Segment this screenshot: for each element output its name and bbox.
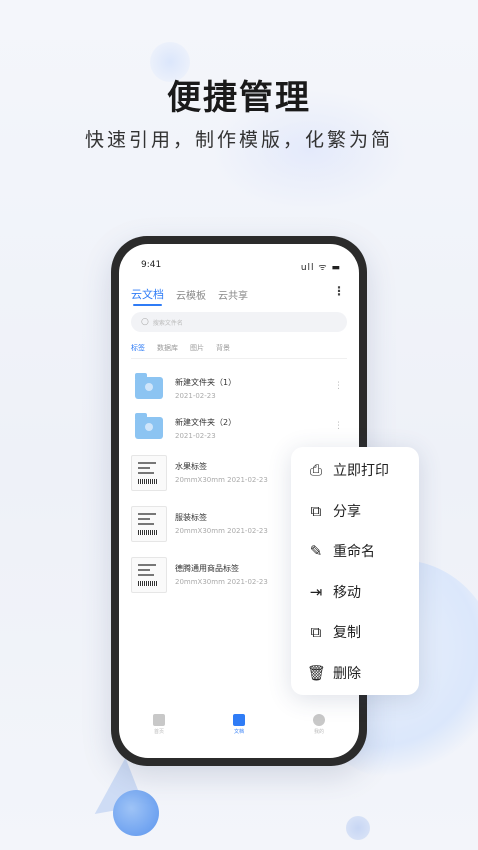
home-icon <box>153 714 165 726</box>
category-labels[interactable]: 标签 <box>131 343 145 353</box>
item-meta: 20mmX30mm 2021-02-23 <box>175 578 268 586</box>
nav-profile[interactable]: 我的 <box>299 710 339 750</box>
item-meta: 2021-02-23 <box>175 392 216 400</box>
search-input[interactable]: ○ 搜索文件名 <box>131 312 347 332</box>
item-name: 新建文件夹（2） <box>175 418 237 427</box>
nav-label: 文档 <box>233 729 244 735</box>
folder-icon <box>135 373 163 399</box>
more-icon[interactable]: ⋮ <box>333 284 345 298</box>
label-thumbnail <box>131 506 167 542</box>
item-more-icon[interactable]: ⋮ <box>334 381 343 391</box>
menu-delete[interactable]: 🗑 删除 <box>307 659 361 687</box>
delete-icon: 🗑 <box>307 664 327 682</box>
category-tabs: 标签 数据库 图片 背景 <box>131 343 230 353</box>
nav-label: 我的 <box>313 729 324 735</box>
menu-print[interactable]: ⎙ 立即打印 <box>307 456 389 484</box>
divider <box>131 358 347 359</box>
label-thumbnail <box>131 455 167 491</box>
context-menu: ⎙ 立即打印 ⧉ 分享 ✎ 重命名 ⇥ 移动 ⧉ 复制 🗑 删除 <box>291 447 419 695</box>
printer-icon: ⎙ <box>309 461 322 479</box>
nav-documents[interactable]: 文档 <box>219 710 259 750</box>
user-icon <box>313 714 325 726</box>
menu-label: 分享 <box>333 504 361 520</box>
menu-label: 重命名 <box>333 544 375 560</box>
category-database[interactable]: 数据库 <box>157 343 178 353</box>
menu-rename[interactable]: ✎ 重命名 <box>307 537 375 565</box>
tab-bar: 云文档 云模板 云共享 <box>131 286 248 306</box>
menu-label: 删除 <box>333 666 361 682</box>
item-name: 水果标签 <box>175 462 207 471</box>
background-bubble <box>346 816 370 840</box>
item-meta: 20mmX30mm 2021-02-23 <box>175 527 268 535</box>
rename-icon: ✎ <box>309 542 323 560</box>
share-icon: ⧉ <box>310 502 322 520</box>
menu-move[interactable]: ⇥ 移动 <box>307 578 361 606</box>
nav-home[interactable]: 首页 <box>139 710 179 750</box>
item-name: 服装标签 <box>175 513 207 522</box>
item-meta: 2021-02-23 <box>175 432 216 440</box>
menu-label: 移动 <box>333 585 361 601</box>
document-icon <box>233 714 245 726</box>
move-icon: ⇥ <box>309 583 323 601</box>
background-bubble <box>113 790 159 836</box>
item-more-icon[interactable]: ⋮ <box>334 421 343 431</box>
menu-label: 立即打印 <box>333 463 389 479</box>
tab-cloud-share[interactable]: 云共享 <box>218 287 248 302</box>
item-name: 德腾通用商品标签 <box>175 564 239 573</box>
item-meta: 20mmX30mm 2021-02-23 <box>175 476 268 484</box>
search-icon: ○ <box>141 317 149 327</box>
search-placeholder: 搜索文件名 <box>152 319 183 327</box>
status-icons: ull ᯤ ▬ <box>300 263 341 273</box>
copy-icon: ⧉ <box>310 623 322 641</box>
promo-subline: 快速引用，制作模版，化繁为简 <box>84 129 393 151</box>
list-item[interactable]: 新建文件夹（1） 2021-02-23 ⋮ <box>131 371 347 411</box>
nav-label: 首页 <box>153 729 164 735</box>
promo-headline: 便捷管理 <box>167 78 311 118</box>
tab-cloud-templates[interactable]: 云模板 <box>176 287 206 302</box>
status-time: 9:41 <box>141 260 162 270</box>
tab-cloud-docs[interactable]: 云文档 <box>131 286 164 306</box>
folder-icon <box>135 413 163 439</box>
item-name: 新建文件夹（1） <box>175 378 237 387</box>
list-item[interactable]: 新建文件夹（2） 2021-02-23 ⋮ <box>131 411 347 451</box>
label-thumbnail <box>131 557 167 593</box>
menu-copy[interactable]: ⧉ 复制 <box>307 618 361 646</box>
category-images[interactable]: 图片 <box>190 343 204 353</box>
bottom-nav: 首页 文档 我的 <box>119 710 359 750</box>
menu-share[interactable]: ⧉ 分享 <box>307 497 361 525</box>
menu-label: 复制 <box>333 625 361 641</box>
category-background[interactable]: 背景 <box>216 343 230 353</box>
